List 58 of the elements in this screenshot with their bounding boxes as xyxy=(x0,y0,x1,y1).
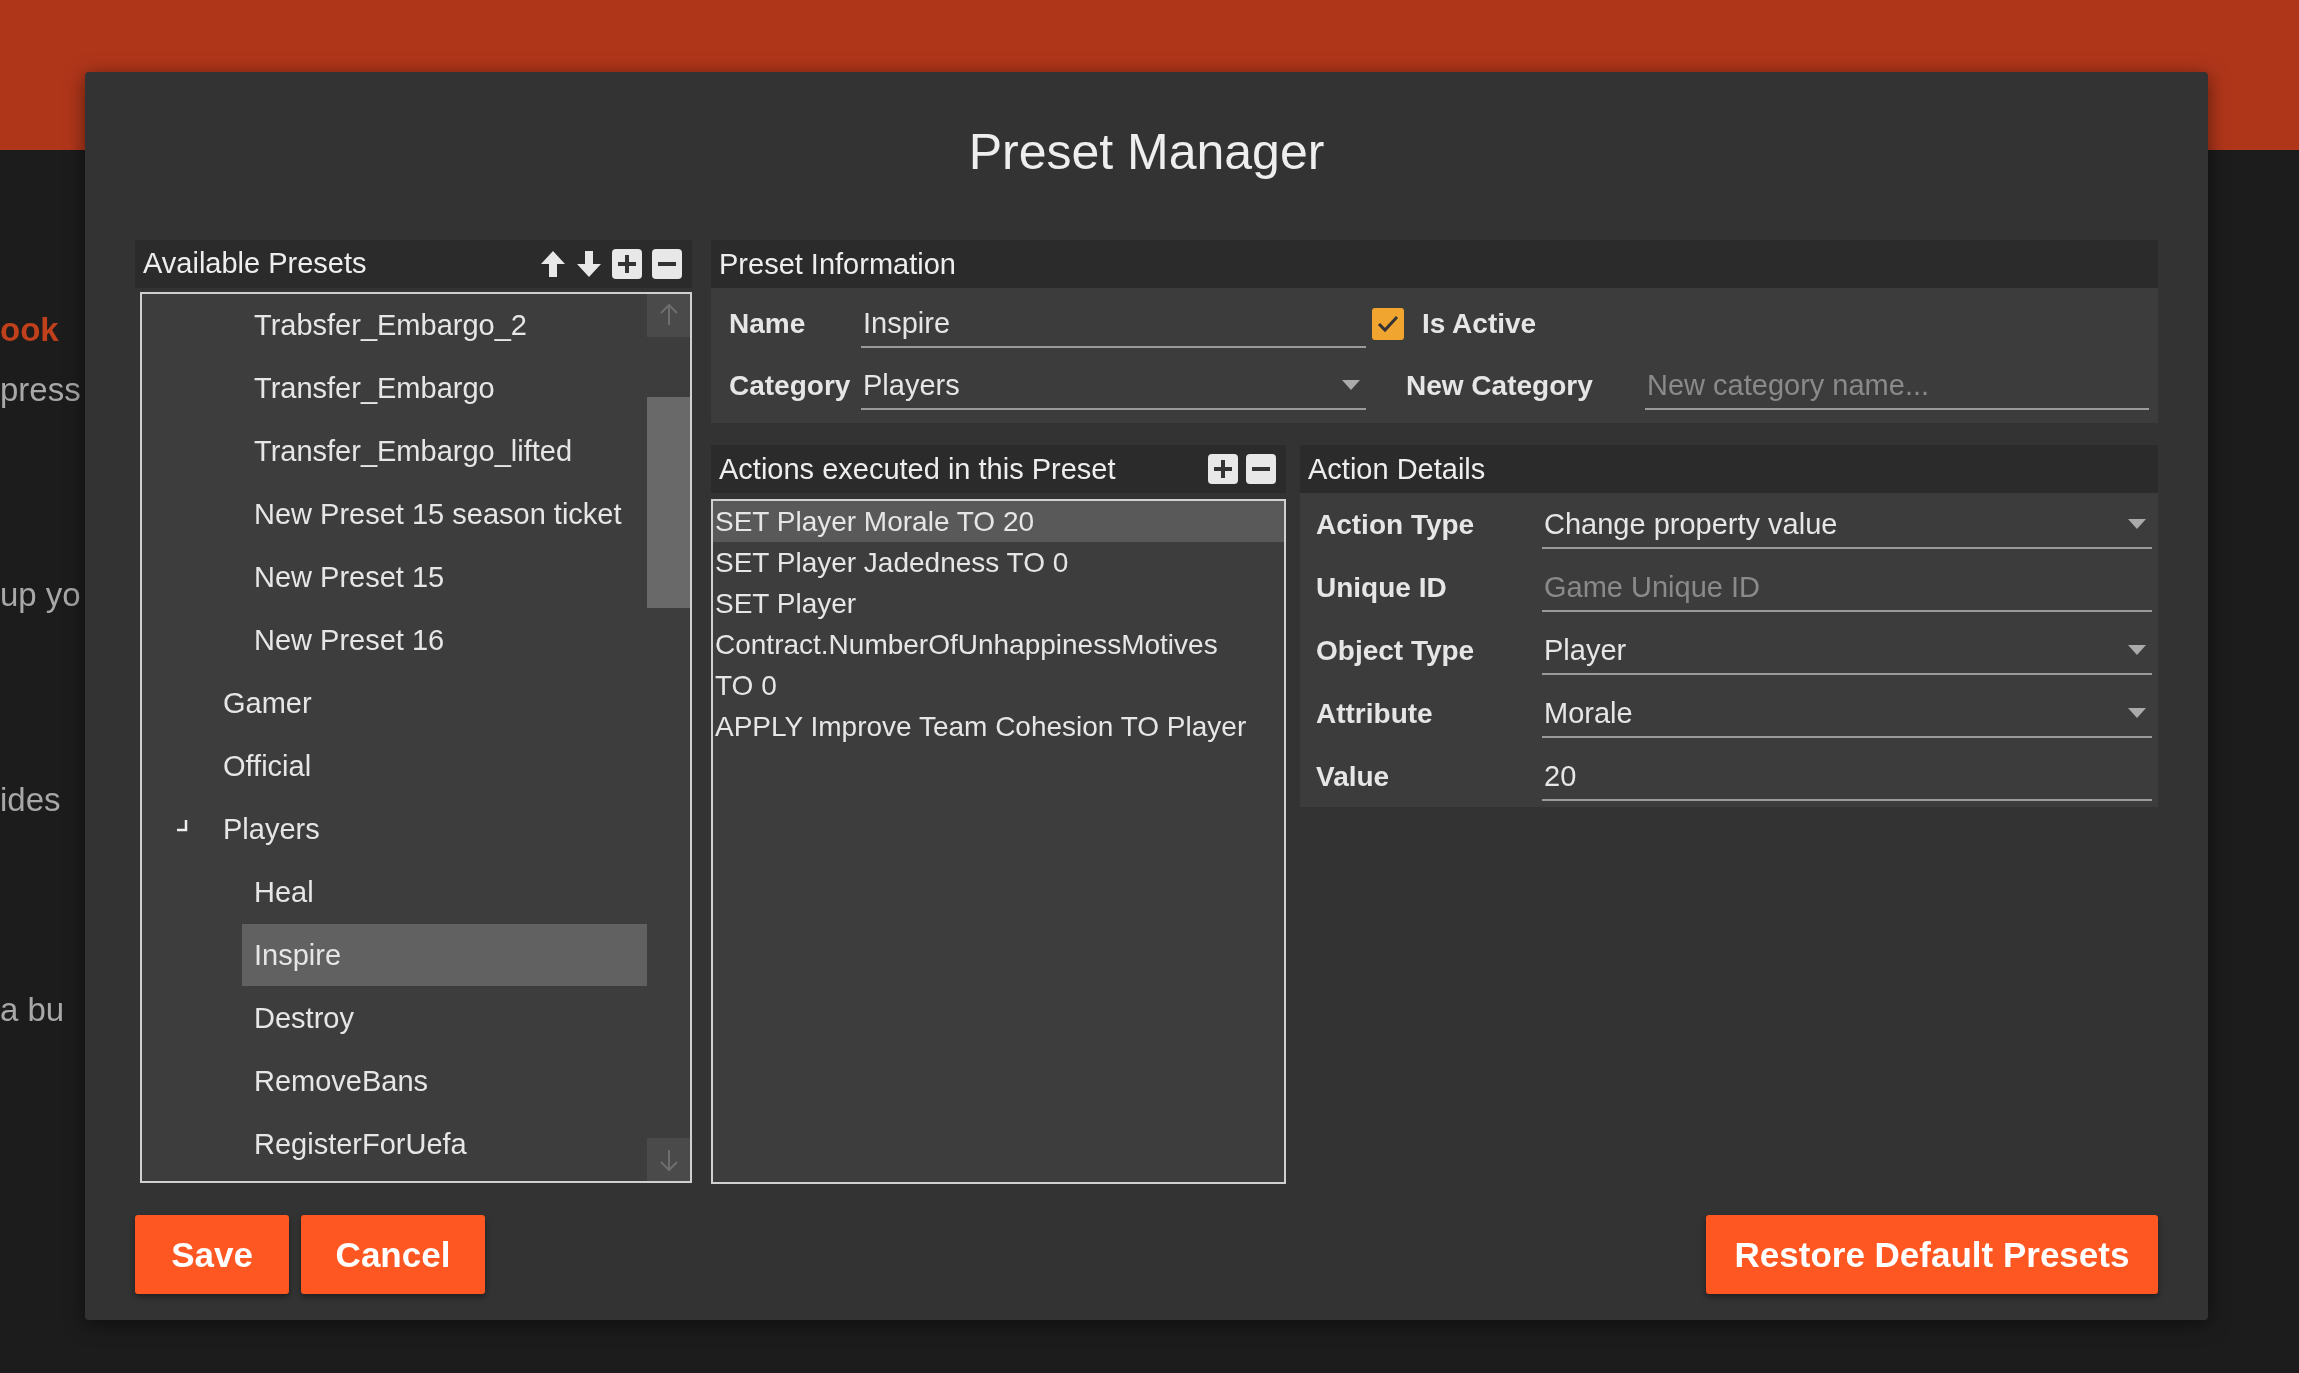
tree-item[interactable]: Trabsfer_Embargo_2 xyxy=(242,294,647,357)
panel-title: Action Details xyxy=(1308,452,1487,486)
tree-item[interactable]: Transfer_Embargo_lifted xyxy=(242,420,647,483)
dialog-title: Preset Manager xyxy=(967,123,1326,182)
field-label: New Category xyxy=(1406,370,1594,402)
page-text: ides xyxy=(0,780,62,820)
tree-item[interactable]: New Preset 16 xyxy=(242,609,647,672)
panel-title: Actions executed in this Preset xyxy=(719,452,1117,486)
remove-icon[interactable] xyxy=(652,248,682,279)
tree-item[interactable]: New Preset 15 season ticket xyxy=(242,483,647,546)
dropdown[interactable]: Change property value xyxy=(1542,501,2152,549)
dropdown[interactable]: Players xyxy=(861,362,1366,410)
add-icon[interactable] xyxy=(612,248,642,279)
tree-item[interactable]: Heal xyxy=(242,861,647,924)
list-item[interactable]: SET Player Contract.NumberOfUnhappinessMotives TO 0 xyxy=(713,583,1284,706)
field-label: Name xyxy=(729,308,807,340)
caret-icon[interactable] xyxy=(2128,519,2146,529)
page-text: a bu xyxy=(0,990,66,1030)
scrollbar-thumb[interactable] xyxy=(647,396,690,608)
field-label: Category xyxy=(729,370,852,402)
field-label: Unique ID xyxy=(1316,572,1448,604)
dropdown[interactable]: Player xyxy=(1542,627,2152,675)
input-field[interactable]: Inspire xyxy=(861,300,1366,348)
caret-icon[interactable] xyxy=(2128,645,2146,655)
tree-item[interactable]: Official xyxy=(211,735,647,798)
tree-item[interactable]: Inspire xyxy=(242,924,647,987)
panel-title: Preset Information xyxy=(719,247,957,281)
caret-icon[interactable] xyxy=(2128,708,2146,718)
checkbox-label: Is Active xyxy=(1422,308,1537,340)
check-icon xyxy=(1377,315,1399,333)
tree-item[interactable]: Transfer_Embargo xyxy=(242,357,647,420)
field-label: Attribute xyxy=(1316,698,1434,730)
expander-icon[interactable] xyxy=(176,819,188,832)
page-text: up yo xyxy=(0,575,82,615)
add-icon[interactable] xyxy=(1208,454,1238,484)
remove-icon[interactable] xyxy=(1246,454,1276,484)
list-item[interactable]: APPLY Improve Team Cohesion TO Player xyxy=(713,706,1284,747)
list-item[interactable]: SET Player Morale TO 20 xyxy=(713,501,1284,542)
caret-icon[interactable] xyxy=(1342,380,1360,390)
list-item[interactable]: SET Player Jadedness TO 0 xyxy=(713,542,1284,583)
arrow-down-icon[interactable] xyxy=(576,249,602,278)
tree-item[interactable]: Gamer xyxy=(211,672,647,735)
dropdown[interactable]: Morale xyxy=(1542,690,2152,738)
page-text: press xyxy=(0,370,82,410)
field-label: Value xyxy=(1316,761,1391,793)
tree-item[interactable]: New Preset 15 xyxy=(242,546,647,609)
arrow-up-icon[interactable] xyxy=(540,249,566,278)
panel-title: Available Presets xyxy=(143,247,368,281)
tree-item[interactable]: RemoveBans xyxy=(242,1050,647,1113)
checkbox[interactable] xyxy=(1372,308,1404,340)
input-field[interactable]: 20 xyxy=(1542,753,2152,801)
tree-item[interactable]: Destroy xyxy=(242,987,647,1050)
field-label: Object Type xyxy=(1316,635,1476,667)
field-label: Action Type xyxy=(1316,509,1476,541)
tree-item[interactable]: RegisterForUefa xyxy=(242,1113,647,1176)
tree-item[interactable]: Players xyxy=(211,798,647,861)
scrollbar[interactable] xyxy=(647,293,690,1181)
page-heading: ook xyxy=(0,310,60,350)
